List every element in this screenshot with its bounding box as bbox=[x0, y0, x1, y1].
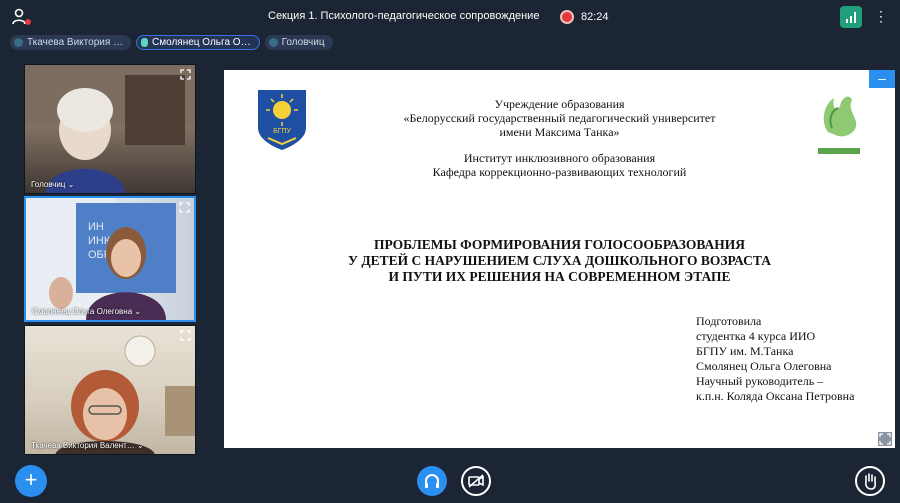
department-line: Институт инклюзивного образования bbox=[463, 151, 656, 165]
expand-icon[interactable] bbox=[180, 69, 191, 80]
participant-video: ИН ИНКЛ ОБРА bbox=[26, 198, 176, 320]
slide-title-line: ПРОБЛЕМЫ ФОРМИРОВАНИЯ ГОЛОСООБРАЗОВАНИЯ bbox=[373, 237, 746, 252]
speaker-tab-active[interactable]: Смолянец Ольга О… bbox=[136, 35, 260, 50]
expand-icon[interactable] bbox=[179, 202, 190, 213]
speaker-name: Смолянец Ольга О… bbox=[152, 37, 251, 48]
shared-slide: БГПУ Учреждение образования «Белорусский… bbox=[224, 70, 895, 448]
recording-icon bbox=[560, 10, 574, 24]
participant-video bbox=[55, 335, 195, 454]
avatar bbox=[268, 38, 278, 47]
camera-off-icon bbox=[468, 474, 484, 488]
avatar bbox=[14, 38, 23, 47]
signal-icon bbox=[846, 12, 856, 23]
raise-hand-button[interactable] bbox=[855, 466, 885, 496]
add-button[interactable]: + bbox=[15, 465, 47, 497]
camera-button[interactable] bbox=[461, 466, 491, 496]
fullscreen-icon[interactable] bbox=[878, 432, 892, 446]
video-label: Головчиц ⌄ bbox=[31, 180, 75, 189]
author-line: к.п.н. Коляда Оксана Петровна bbox=[696, 389, 855, 403]
video-tile[interactable]: Ткачева Виктория Валент… ⌄ bbox=[24, 325, 196, 455]
headphones-icon bbox=[425, 474, 439, 488]
speaker-name: Ткачева Виктория … bbox=[27, 37, 124, 48]
audio-button[interactable] bbox=[417, 466, 447, 496]
video-tile[interactable]: Головчиц ⌄ bbox=[24, 64, 196, 194]
video-label: Ткачева Виктория Валент… ⌄ bbox=[31, 441, 144, 450]
minimize-slide-button[interactable]: – bbox=[869, 70, 895, 88]
expand-icon[interactable] bbox=[180, 330, 191, 341]
more-menu-icon[interactable]: ⋮ bbox=[874, 9, 888, 23]
author-line: студентка 4 курса ИИО bbox=[696, 329, 816, 343]
author-line: Научный руководитель – bbox=[696, 374, 824, 388]
participants-icon[interactable] bbox=[12, 8, 32, 26]
speaker-tab[interactable]: Головчиц bbox=[264, 35, 333, 50]
speaker-name: Головчиц bbox=[281, 37, 325, 48]
svg-text:ИН: ИН bbox=[88, 221, 104, 233]
video-label: Смолянец Ольга Олеговна ⌄ bbox=[32, 307, 142, 316]
slide-title-line: У ДЕТЕЙ С НАРУШЕНИЕМ СЛУХА ДОШКОЛЬНОГО В… bbox=[348, 253, 771, 268]
slide-title-line: И ПУТИ ИХ РЕШЕНИЯ НА СОВРЕМЕННОМ ЭТАПЕ bbox=[388, 269, 731, 284]
speaker-tab[interactable]: Ткачева Виктория … bbox=[10, 35, 132, 50]
institution-line: Учреждение образования bbox=[494, 97, 625, 111]
hand-icon bbox=[865, 473, 877, 490]
department-line: Кафедра коррекционно-развивающих техноло… bbox=[432, 165, 687, 179]
speaker-tabs: Ткачева Виктория … Смолянец Ольга О… Гол… bbox=[10, 35, 333, 51]
recording-timer: 82:24 bbox=[581, 11, 609, 23]
institution-line: «Белорусский государственный педагогичес… bbox=[403, 111, 716, 125]
conference-title: Секция 1. Психолого-педагогическое сопро… bbox=[268, 10, 543, 22]
author-line: Смолянец Ольга Олеговна bbox=[696, 359, 832, 373]
institution-line: имени Максима Танка» bbox=[499, 125, 620, 139]
author-line: БГПУ им. М.Танка bbox=[696, 344, 794, 358]
participant-video bbox=[25, 65, 195, 193]
author-line: Подготовила bbox=[696, 314, 762, 328]
microphone-icon bbox=[141, 38, 149, 47]
connection-quality-button[interactable] bbox=[840, 6, 862, 28]
video-tile-active[interactable]: ИН ИНКЛ ОБРА Смолянец Ольга Олеговна ⌄ bbox=[24, 196, 196, 322]
